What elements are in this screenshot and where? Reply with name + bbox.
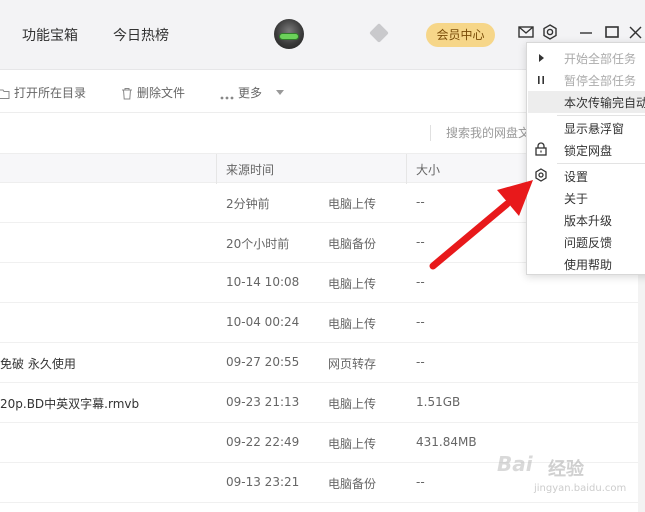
diamond-icon[interactable] [369, 23, 389, 43]
source-time: 09-23 21:13 [226, 395, 300, 409]
file-size: -- [416, 195, 425, 209]
source-time: 10-14 10:08 [226, 275, 300, 289]
menu-item-after-transfer[interactable]: 本次传输完自动 [564, 94, 645, 111]
close-icon[interactable] [626, 22, 645, 42]
menu-item-settings[interactable]: 设置 [564, 168, 588, 185]
avatar[interactable] [274, 19, 304, 49]
chevron-down-icon [276, 90, 285, 95]
nav-today-hot[interactable]: 今日热榜 [113, 25, 169, 45]
column-divider[interactable] [216, 154, 217, 184]
source-time: 09-13 23:21 [226, 475, 300, 489]
lock-icon [535, 142, 547, 156]
delete-file-label: 删除文件 [137, 86, 186, 100]
source-time: 10-04 00:24 [226, 315, 300, 329]
file-name: 免破 永久使用 [0, 357, 76, 371]
file-size: -- [416, 355, 425, 369]
pause-icon [538, 76, 544, 84]
file-size: -- [416, 235, 425, 249]
source-type: 电脑上传 [328, 397, 377, 411]
file-size: -- [416, 275, 425, 289]
source-type: 电脑备份 [328, 237, 377, 251]
source-time: 09-27 20:55 [226, 355, 300, 369]
menu-divider [557, 115, 645, 116]
file-size: 1.51GB [416, 395, 461, 409]
divider [430, 125, 431, 141]
table-row[interactable]: 10-04 00:24 电脑上传 -- [0, 303, 645, 343]
source-time: 20个小时前 [226, 237, 290, 251]
delete-file-button[interactable]: 删除文件 [121, 84, 185, 101]
menu-item-start-all[interactable]: 开始全部任务 [564, 50, 636, 67]
minimize-icon[interactable] [576, 22, 596, 42]
menu-item-feedback[interactable]: 问题反馈 [564, 234, 612, 251]
source-type: 网页转存 [328, 357, 377, 371]
trash-icon [122, 88, 132, 100]
source-type: 电脑备份 [328, 477, 377, 491]
mail-icon[interactable] [516, 22, 536, 42]
play-icon [539, 54, 544, 62]
menu-item-upgrade[interactable]: 版本升级 [564, 212, 612, 229]
file-size: -- [416, 315, 425, 329]
source-type: 电脑上传 [328, 317, 377, 331]
settings-dropdown-menu: 开始全部任务 暂停全部任务 本次传输完自动 显示悬浮窗 锁定网盘 设置 关于 版… [526, 42, 645, 275]
source-time: 2分钟前 [226, 197, 270, 211]
source-type: 电脑上传 [328, 197, 377, 211]
search-input[interactable] [446, 124, 536, 142]
file-size: -- [416, 475, 425, 489]
watermark-url: jingyan.baidu.com [534, 483, 627, 494]
watermark-logo: Bai [497, 452, 533, 476]
menu-item-help[interactable]: 使用帮助 [564, 256, 612, 273]
more-label: 更多 [238, 86, 263, 100]
nav-feature-box[interactable]: 功能宝箱 [22, 25, 78, 45]
annotation-arrow [429, 180, 533, 270]
menu-item-lock-disk[interactable]: 锁定网盘 [564, 142, 612, 159]
file-size: 431.84MB [416, 435, 477, 449]
column-header-time[interactable]: 来源时间 [226, 161, 274, 178]
menu-item-about[interactable]: 关于 [564, 190, 588, 207]
maximize-icon[interactable] [602, 22, 622, 42]
menu-divider [557, 163, 645, 164]
source-type: 电脑上传 [328, 277, 377, 291]
gear-icon[interactable] [540, 22, 560, 42]
more-button[interactable]: 更多 [220, 84, 285, 101]
menu-item-show-float[interactable]: 显示悬浮窗 [564, 120, 624, 137]
source-time: 09-22 22:49 [226, 435, 300, 449]
folder-icon [0, 89, 10, 99]
source-type: 电脑上传 [328, 437, 377, 451]
column-divider[interactable] [406, 154, 407, 184]
open-folder-label: 打开所在目录 [14, 86, 87, 100]
watermark-text: 经验 [548, 459, 584, 480]
more-dots-icon [220, 96, 234, 100]
menu-item-pause-all[interactable]: 暂停全部任务 [564, 72, 636, 89]
open-folder-button[interactable]: 打开所在目录 [0, 84, 86, 101]
table-row[interactable]: 免破 永久使用 09-27 20:55 网页转存 -- [0, 343, 645, 383]
vip-center-button[interactable]: 会员中心 [426, 23, 495, 47]
file-name: 20p.BD中英双字幕.rmvb [0, 397, 140, 411]
table-row[interactable]: 20p.BD中英双字幕.rmvb 09-23 21:13 电脑上传 1.51GB [0, 383, 645, 423]
